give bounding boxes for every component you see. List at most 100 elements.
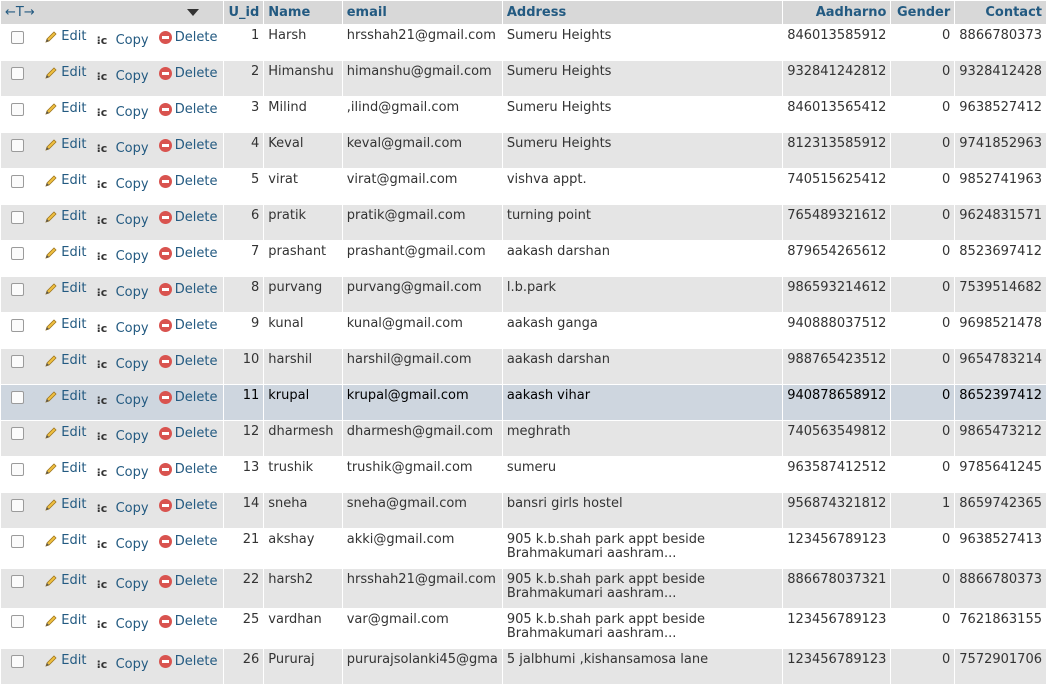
delete-button[interactable]: Delete: [158, 282, 217, 297]
col-aadharno[interactable]: Aadharno: [783, 1, 891, 24]
cell-address[interactable]: meghrath: [502, 421, 783, 456]
edit-button[interactable]: Edit: [44, 390, 86, 404]
cell-uid[interactable]: 25: [224, 609, 264, 648]
cell-name[interactable]: Pururaj: [264, 649, 342, 684]
col-address[interactable]: Address: [502, 1, 783, 24]
copy-button[interactable]: ⁝c Copy: [97, 250, 149, 264]
cell-contact[interactable]: 7572901706: [955, 649, 1046, 684]
copy-button[interactable]: ⁝c Copy: [97, 70, 149, 84]
cell-uid[interactable]: 6: [224, 205, 264, 240]
cell-contact[interactable]: 9852741963: [955, 169, 1046, 204]
copy-button[interactable]: ⁝c Copy: [97, 394, 149, 408]
cell-aadhar[interactable]: 740515625412: [783, 169, 891, 204]
cell-address[interactable]: bansri girls hostel: [502, 493, 783, 528]
cell-email[interactable]: dharmesh@gmail.com: [342, 421, 502, 456]
cell-address[interactable]: Sumeru Heights: [502, 97, 783, 132]
delete-button[interactable]: Delete: [158, 574, 217, 589]
col-email[interactable]: email: [342, 1, 502, 24]
delete-button[interactable]: Delete: [158, 534, 217, 549]
column-toggle-arrows[interactable]: ←T→: [5, 5, 35, 20]
cell-address[interactable]: Sumeru Heights: [502, 25, 783, 60]
delete-button[interactable]: Delete: [158, 614, 217, 629]
cell-gender[interactable]: 0: [891, 277, 955, 312]
edit-button[interactable]: Edit: [44, 498, 86, 512]
edit-button[interactable]: Edit: [44, 138, 86, 152]
cell-address[interactable]: l.b.park: [502, 277, 783, 312]
copy-button[interactable]: ⁝c Copy: [97, 430, 149, 444]
cell-gender[interactable]: 0: [891, 349, 955, 384]
cell-uid[interactable]: 13: [224, 457, 264, 492]
cell-name[interactable]: vardhan: [264, 609, 342, 648]
delete-button[interactable]: Delete: [158, 354, 217, 369]
row-checkbox[interactable]: [11, 615, 24, 628]
cell-uid[interactable]: 5: [224, 169, 264, 204]
cell-aadhar[interactable]: 932841242812: [783, 61, 891, 96]
cell-contact[interactable]: 9698521478: [955, 313, 1046, 348]
row-checkbox[interactable]: [11, 319, 24, 332]
delete-button[interactable]: Delete: [158, 390, 217, 405]
cell-contact[interactable]: 9328412428: [955, 61, 1046, 96]
cell-contact[interactable]: 8523697412: [955, 241, 1046, 276]
cell-email[interactable]: krupal@gmail.com: [342, 385, 502, 420]
cell-aadhar[interactable]: 740563549812: [783, 421, 891, 456]
row-checkbox[interactable]: [11, 535, 24, 548]
cell-email[interactable]: virat@gmail.com: [342, 169, 502, 204]
cell-uid[interactable]: 11: [224, 385, 264, 420]
cell-aadhar[interactable]: 940878658912: [783, 385, 891, 420]
cell-aadhar[interactable]: 988765423512: [783, 349, 891, 384]
cell-address[interactable]: aakash ganga: [502, 313, 783, 348]
cell-name[interactable]: prashant: [264, 241, 342, 276]
cell-gender[interactable]: 0: [891, 133, 955, 168]
cell-email[interactable]: kunal@gmail.com: [342, 313, 502, 348]
cell-aadhar[interactable]: 123456789123: [783, 529, 891, 568]
edit-button[interactable]: Edit: [44, 30, 86, 44]
cell-aadhar[interactable]: 812313585912: [783, 133, 891, 168]
delete-button[interactable]: Delete: [158, 654, 217, 669]
cell-email[interactable]: akki@gmail.com: [342, 529, 502, 568]
cell-contact[interactable]: 9638527413: [955, 529, 1046, 568]
cell-address[interactable]: aakash vihar: [502, 385, 783, 420]
cell-uid[interactable]: 12: [224, 421, 264, 456]
edit-button[interactable]: Edit: [44, 426, 86, 440]
edit-button[interactable]: Edit: [44, 614, 86, 628]
cell-name[interactable]: Harsh: [264, 25, 342, 60]
cell-email[interactable]: sneha@gmail.com: [342, 493, 502, 528]
cell-gender[interactable]: 0: [891, 25, 955, 60]
cell-contact[interactable]: 9785641245: [955, 457, 1046, 492]
col-contact[interactable]: Contact: [955, 1, 1046, 24]
cell-contact[interactable]: 8866780373: [955, 569, 1046, 608]
row-checkbox[interactable]: [11, 355, 24, 368]
cell-uid[interactable]: 8: [224, 277, 264, 312]
cell-contact[interactable]: 9624831571: [955, 205, 1046, 240]
copy-button[interactable]: ⁝c Copy: [97, 502, 149, 516]
cell-name[interactable]: purvang: [264, 277, 342, 312]
delete-button[interactable]: Delete: [158, 498, 217, 513]
cell-contact[interactable]: 9865473212: [955, 421, 1046, 456]
cell-address[interactable]: turning point: [502, 205, 783, 240]
delete-button[interactable]: Delete: [158, 66, 217, 81]
cell-gender[interactable]: 1: [891, 493, 955, 528]
cell-uid[interactable]: 22: [224, 569, 264, 608]
cell-email[interactable]: hrsshah21@gmail.com: [342, 569, 502, 608]
cell-contact[interactable]: 8659742365: [955, 493, 1046, 528]
cell-address[interactable]: Sumeru Heights: [502, 61, 783, 96]
row-checkbox[interactable]: [11, 427, 24, 440]
copy-button[interactable]: ⁝c Copy: [97, 34, 149, 48]
delete-button[interactable]: Delete: [158, 426, 217, 441]
cell-gender[interactable]: 0: [891, 313, 955, 348]
edit-button[interactable]: Edit: [44, 66, 86, 80]
edit-button[interactable]: Edit: [44, 102, 86, 116]
cell-uid[interactable]: 7: [224, 241, 264, 276]
cell-aadhar[interactable]: 940888037512: [783, 313, 891, 348]
dropdown-triangle-icon[interactable]: [187, 9, 200, 16]
edit-button[interactable]: Edit: [44, 354, 86, 368]
cell-gender[interactable]: 0: [891, 609, 955, 648]
cell-uid[interactable]: 10: [224, 349, 264, 384]
cell-aadhar[interactable]: 123456789123: [783, 649, 891, 684]
cell-gender[interactable]: 0: [891, 169, 955, 204]
copy-button[interactable]: ⁝c Copy: [97, 322, 149, 336]
cell-aadhar[interactable]: 956874321812: [783, 493, 891, 528]
cell-address[interactable]: sumeru: [502, 457, 783, 492]
cell-uid[interactable]: 9: [224, 313, 264, 348]
cell-gender[interactable]: 0: [891, 421, 955, 456]
